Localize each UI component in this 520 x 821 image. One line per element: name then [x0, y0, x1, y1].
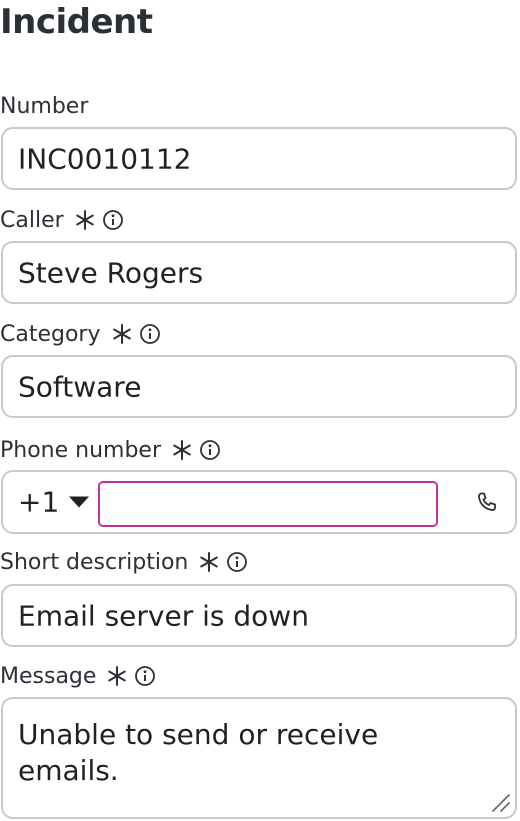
- phone-label-row: Phone number: [0, 436, 221, 464]
- country-code-value: +1: [18, 485, 60, 519]
- message-label-row: Message: [0, 662, 156, 690]
- category-value: Software: [18, 370, 142, 403]
- phone-field: +1: [1, 470, 517, 534]
- number-label-row: Number: [0, 92, 88, 120]
- short-description-field[interactable]: Email server is down: [1, 584, 517, 647]
- asterisk-icon: [108, 666, 127, 686]
- caller-label-row: Caller: [0, 206, 124, 234]
- caret-down-icon: [69, 496, 90, 508]
- resize-handle-icon[interactable]: [489, 791, 511, 813]
- info-icon[interactable]: [102, 209, 124, 231]
- asterisk-icon: [112, 324, 131, 344]
- caller-label: Caller: [0, 207, 64, 233]
- asterisk-icon: [75, 210, 94, 230]
- short-description-label-row: Short description: [0, 548, 248, 576]
- message-label: Message: [0, 663, 97, 689]
- number-value: INC0010112: [18, 142, 192, 175]
- short-description-label: Short description: [0, 549, 189, 575]
- phone-label: Phone number: [0, 437, 162, 463]
- message-value: Unable to send or receive emails.: [18, 718, 379, 787]
- short-description-value: Email server is down: [18, 599, 309, 632]
- message-textarea[interactable]: Unable to send or receive emails.: [1, 697, 517, 819]
- info-icon[interactable]: [134, 665, 156, 687]
- phone-icon[interactable]: [475, 490, 499, 514]
- page-title: Incident: [0, 2, 153, 42]
- info-icon[interactable]: [226, 551, 248, 573]
- asterisk-icon: [173, 440, 191, 460]
- caller-value: Steve Rogers: [18, 256, 204, 289]
- phone-number-input[interactable]: [98, 481, 438, 527]
- asterisk-icon: [200, 552, 219, 572]
- number-label: Number: [0, 93, 89, 119]
- number-field[interactable]: INC0010112: [1, 127, 517, 190]
- category-field[interactable]: Software: [1, 355, 517, 418]
- category-label: Category: [0, 321, 101, 347]
- info-icon[interactable]: [139, 323, 161, 345]
- caller-field[interactable]: Steve Rogers: [1, 241, 517, 304]
- country-code-select[interactable]: +1: [18, 485, 90, 519]
- category-label-row: Category: [0, 320, 161, 348]
- info-icon[interactable]: [199, 439, 221, 461]
